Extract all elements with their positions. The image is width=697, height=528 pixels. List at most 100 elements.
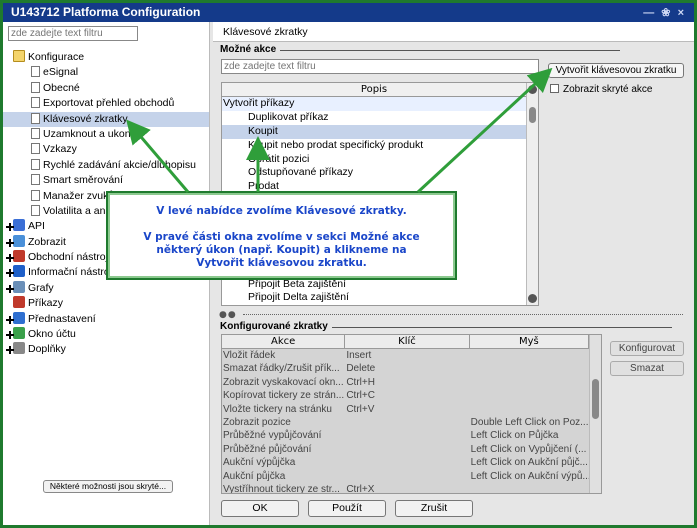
presets-icon bbox=[13, 311, 25, 324]
shortcut-key-cell bbox=[345, 429, 469, 442]
expand-icon[interactable] bbox=[6, 331, 14, 340]
trading-tools-icon bbox=[13, 250, 25, 263]
show-hidden-actions-toggle[interactable]: Zobrazit skryté akce bbox=[550, 84, 652, 95]
shortcut-key-cell: Ctrl+C bbox=[346, 390, 375, 402]
shortcut-mouse-cell bbox=[470, 362, 589, 375]
expand-icon[interactable] bbox=[6, 223, 14, 232]
callout-line-1: V levé nabídce zvolíme Klávesové zkratky… bbox=[156, 205, 407, 217]
configuration-window: U143712 Platforma Configuration — ❀ × Ko… bbox=[0, 0, 697, 528]
display-icon bbox=[13, 234, 25, 247]
actions-scroll-thumb[interactable] bbox=[529, 107, 536, 123]
scroll-up-icon[interactable] bbox=[528, 85, 537, 94]
shortcut-action-cell: Smazat řádky/Zrušit přík... bbox=[223, 363, 340, 375]
actions-filter-input[interactable] bbox=[221, 59, 539, 74]
configured-shortcut-row[interactable]: Vložit řádek Insert bbox=[222, 349, 589, 362]
configured-shortcut-row[interactable]: Vystříhnout tickery ze str... Ctrl+X bbox=[222, 483, 589, 494]
expand-icon[interactable] bbox=[6, 346, 14, 355]
action-item[interactable]: Obrátit pozici bbox=[222, 153, 526, 167]
tree-item-7[interactable]: Rychlé zadávání akcie/dluhopisu bbox=[3, 158, 209, 173]
tree-item-label: Smart směrování bbox=[43, 174, 123, 187]
show-hidden-checkbox[interactable] bbox=[550, 84, 559, 93]
configured-shortcut-row[interactable]: Průběžné vypůjčování Left Click on Půjčka bbox=[222, 429, 589, 442]
document-icon bbox=[31, 204, 40, 216]
action-item[interactable]: Připojit Delta zajištění bbox=[222, 291, 526, 305]
configured-shortcut-row[interactable]: Aukční půjčka Left Click on Aukční výpů..… bbox=[222, 470, 589, 483]
tree-item-8[interactable]: Smart směrování bbox=[3, 173, 209, 188]
document-icon bbox=[31, 81, 40, 93]
cancel-button[interactable]: Zrušit bbox=[395, 500, 473, 517]
shortcut-mouse-cell: Left Click on Půjčka bbox=[470, 430, 559, 442]
configured-shortcut-row[interactable]: Vložte tickery na stránku Ctrl+V bbox=[222, 403, 589, 416]
tree-item-1[interactable]: eSignal bbox=[3, 65, 209, 80]
action-item[interactable]: Duplikovat příkaz bbox=[222, 111, 526, 125]
tree-item-label: Rychlé zadávání akcie/dluhopisu bbox=[43, 158, 196, 171]
hidden-options-button[interactable]: Některé možnosti jsou skryté... bbox=[43, 480, 173, 493]
tree-item-6[interactable]: Vzkazy bbox=[3, 142, 209, 157]
column-akce[interactable]: Akce bbox=[222, 335, 346, 348]
column-klic[interactable]: Klíč bbox=[345, 335, 470, 348]
configured-shortcut-row[interactable]: Kopírovat tickery ze strán... Ctrl+C bbox=[222, 389, 589, 402]
shortcut-action-cell: Vystříhnout tickery ze str... bbox=[223, 483, 340, 494]
shortcut-mouse-cell: Left Click on Aukční půjč... bbox=[470, 457, 588, 469]
expand-icon[interactable] bbox=[6, 315, 14, 324]
splitter-handle-icon[interactable]: ●● bbox=[219, 310, 237, 320]
scroll-down-icon[interactable] bbox=[528, 294, 537, 303]
configured-shortcuts-section-title: Konfigurované zkratky bbox=[220, 321, 672, 332]
action-category[interactable]: Vytvořit příkazy bbox=[222, 97, 526, 111]
tree-item-label: Manažer zvuků bbox=[43, 189, 115, 202]
tree-item-16[interactable]: Příkazy bbox=[3, 296, 209, 311]
popis-column-header[interactable]: Popis bbox=[222, 83, 526, 97]
ok-button[interactable]: OK bbox=[221, 500, 299, 517]
create-shortcut-button[interactable]: Vytvořit klávesovou zkratku bbox=[548, 63, 684, 78]
configured-shortcut-row[interactable]: Průběžné půjčování Left Click on Vypůjčen… bbox=[222, 443, 589, 456]
expand-icon[interactable] bbox=[6, 284, 14, 293]
action-item[interactable]: Koupit nebo prodat specifický produkt bbox=[222, 139, 526, 153]
column-mys[interactable]: Myš bbox=[470, 335, 589, 348]
tree-item-label: Obchodní nástroje bbox=[28, 251, 114, 264]
tree-item-3[interactable]: Exportovat přehled obchodů bbox=[3, 96, 209, 111]
tree-item-0[interactable]: Konfigurace bbox=[3, 50, 209, 65]
configured-shortcut-row[interactable]: Zobrazit vyskakovací okn... Ctrl+H bbox=[222, 376, 589, 389]
tree-item-label: Konfigurace bbox=[28, 51, 85, 63]
tree-item-5[interactable]: Uzamknout a ukončit bbox=[3, 127, 209, 142]
api-icon bbox=[13, 219, 25, 232]
shortcut-key-cell: Insert bbox=[346, 350, 372, 361]
configured-scroll-thumb[interactable] bbox=[592, 379, 599, 419]
window-controls[interactable]: — ❀ × bbox=[643, 6, 686, 19]
configured-scrollbar[interactable] bbox=[589, 335, 601, 493]
shortcut-action-cell: Aukční výpůjčka bbox=[223, 457, 296, 469]
tree-item-18[interactable]: Okno účtu bbox=[3, 327, 209, 342]
tree-item-label: Klávesové zkratky bbox=[43, 112, 128, 125]
document-icon bbox=[31, 189, 40, 201]
tree-item-15[interactable]: Grafy bbox=[3, 280, 209, 296]
shortcut-key-cell bbox=[345, 416, 469, 429]
actions-scrollbar[interactable] bbox=[526, 83, 538, 305]
action-item[interactable]: Odstupňované příkazy bbox=[222, 166, 526, 180]
expand-icon[interactable] bbox=[6, 254, 14, 263]
apply-button[interactable]: Použít bbox=[308, 500, 386, 517]
tree-item-label: Doplňky bbox=[28, 343, 66, 356]
configure-button[interactable]: Konfigurovat bbox=[610, 341, 684, 356]
action-item[interactable]: Koupit bbox=[222, 124, 526, 139]
tree-item-2[interactable]: Obecné bbox=[3, 81, 209, 96]
shortcut-action-cell: Vložit řádek bbox=[223, 350, 276, 361]
delete-button[interactable]: Smazat bbox=[610, 361, 684, 376]
tree-item-label: Uzamknout a ukončit bbox=[43, 127, 142, 140]
addons-icon bbox=[13, 342, 25, 355]
tutorial-callout: V levé nabídce zvolíme Klávesové zkratky… bbox=[106, 191, 457, 280]
document-icon bbox=[31, 127, 40, 139]
expand-icon[interactable] bbox=[6, 238, 14, 247]
shortcut-action-cell: Zobrazit vyskakovací okn... bbox=[223, 376, 344, 388]
configured-shortcut-row[interactable]: Zobrazit pozice Double Left Click on Poz.… bbox=[222, 416, 589, 429]
shortcut-key-cell: Ctrl+X bbox=[346, 483, 375, 494]
expand-icon[interactable] bbox=[6, 269, 14, 278]
tree-filter-input[interactable] bbox=[8, 26, 138, 41]
configured-shortcut-row[interactable]: Smazat řádky/Zrušit přík... Delete bbox=[222, 362, 589, 375]
tree-item-17[interactable]: Přednastavení bbox=[3, 311, 209, 327]
tree-item-label: Příkazy bbox=[28, 297, 64, 310]
tree-item-4[interactable]: Klávesové zkratky bbox=[3, 111, 209, 127]
configured-shortcut-row[interactable]: Aukční výpůjčka Left Click on Aukční půjč… bbox=[222, 456, 589, 469]
splitter-line[interactable] bbox=[243, 314, 683, 315]
tree-item-label: Grafy bbox=[28, 281, 54, 294]
tree-item-19[interactable]: Doplňky bbox=[3, 342, 209, 357]
